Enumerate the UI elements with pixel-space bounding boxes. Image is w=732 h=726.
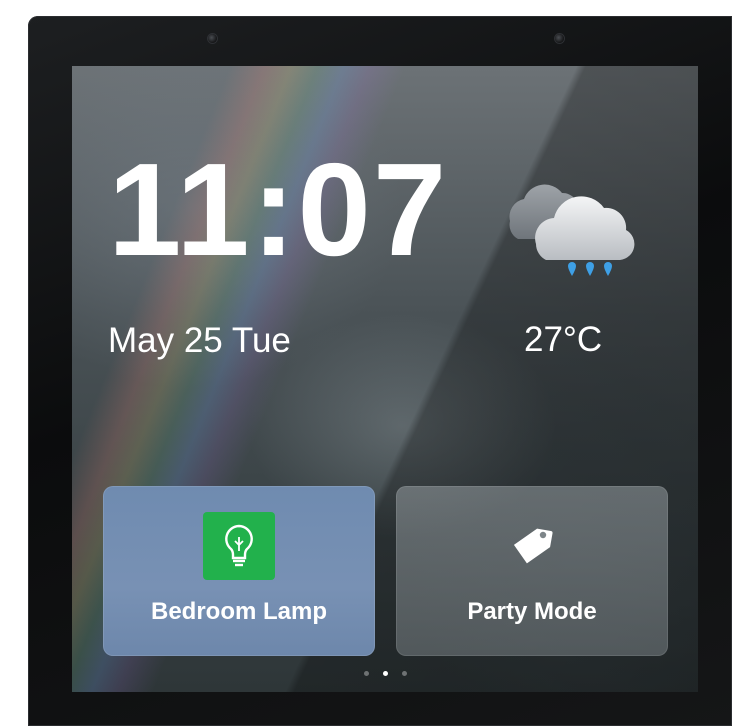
page-dot[interactable] <box>363 671 369 676</box>
lightbulb-icon <box>203 512 275 580</box>
temperature-label: 27°C <box>524 320 603 359</box>
camera-right-icon <box>555 34 564 43</box>
party-mode-label: Party Mode <box>467 598 597 625</box>
page-dot[interactable] <box>401 671 407 676</box>
smart-panel-device: 11:07 May 25 Tue 27°C Bedroom Lamp Party… <box>28 16 732 726</box>
page-indicator[interactable] <box>72 671 698 676</box>
rain-cloud-icon <box>492 166 652 286</box>
clock-time: 11:07 <box>108 136 449 283</box>
page-dot-active[interactable] <box>382 671 388 676</box>
bedroom-lamp-label: Bedroom Lamp <box>150 598 327 625</box>
party-mode-tile[interactable]: Party Mode <box>396 486 668 656</box>
home-screen: 11:07 May 25 Tue 27°C Bedroom Lamp Party… <box>72 66 698 692</box>
bedroom-lamp-tile[interactable]: Bedroom Lamp <box>103 486 375 656</box>
camera-left-icon <box>208 34 217 43</box>
date-label: May 25 Tue <box>108 321 291 360</box>
tag-icon <box>496 512 568 580</box>
